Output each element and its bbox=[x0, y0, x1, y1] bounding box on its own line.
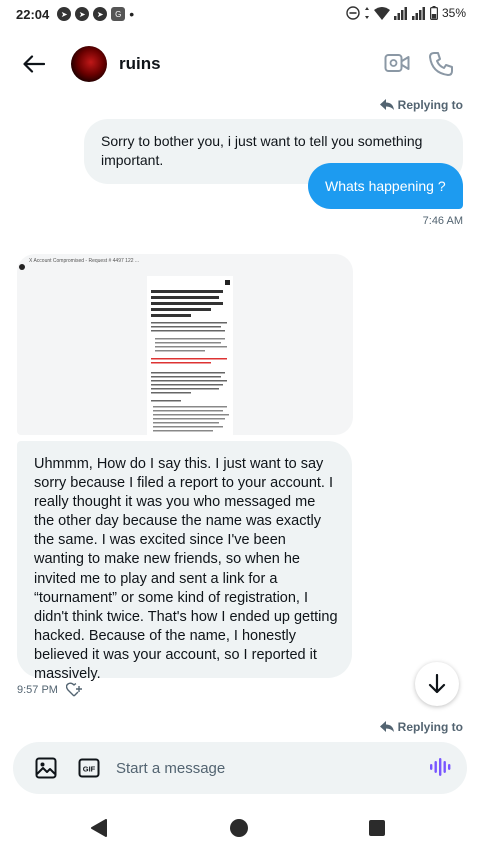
battery-icon bbox=[429, 6, 438, 20]
telegram-icon: ➤ bbox=[93, 7, 108, 21]
nav-home-icon[interactable] bbox=[230, 819, 248, 837]
telegram-icon: ➤ bbox=[75, 7, 90, 21]
reply-arrow-icon bbox=[379, 721, 394, 732]
attachment-sidebar bbox=[19, 264, 25, 270]
image-icon bbox=[35, 757, 57, 779]
voice-message-button[interactable] bbox=[429, 757, 451, 779]
message-timestamp: 7:46 AM bbox=[422, 215, 463, 227]
system-navigation-bar bbox=[0, 812, 480, 844]
status-bar: 22:04 ➤ ➤ ➤ G • 35% bbox=[0, 0, 480, 28]
scroll-to-bottom-button[interactable] bbox=[415, 662, 459, 706]
video-call-button[interactable] bbox=[384, 52, 410, 76]
message-input[interactable] bbox=[116, 752, 416, 784]
arrow-down-icon bbox=[428, 674, 446, 694]
contact-name[interactable]: ruins bbox=[119, 54, 161, 74]
message-text: Uhmmm, How do I say this. I just want to… bbox=[34, 456, 338, 683]
message-meta: 9:57 PM bbox=[17, 682, 83, 697]
replying-label: Replying to bbox=[397, 720, 463, 734]
more-notifications-dot: • bbox=[129, 6, 135, 22]
add-photo-button[interactable] bbox=[35, 757, 59, 779]
message-bubble[interactable]: Uhmmm, How do I say this. I just want to… bbox=[17, 441, 352, 682]
voice-call-button[interactable] bbox=[428, 51, 454, 77]
video-camera-icon bbox=[384, 54, 410, 72]
message-composer: GIF bbox=[13, 742, 467, 794]
message-bubble[interactable]: Whats happening ? bbox=[308, 163, 463, 209]
avatar[interactable] bbox=[71, 46, 107, 82]
add-gif-button[interactable]: GIF bbox=[78, 758, 100, 778]
status-time: 22:04 bbox=[16, 6, 50, 22]
dnd-icon bbox=[346, 6, 360, 20]
gif-icon: GIF bbox=[78, 758, 100, 778]
attachment-browser-bar: X Account Compromised - Request # 4497 1… bbox=[29, 258, 349, 266]
data-arrows-icon bbox=[364, 7, 369, 19]
conversation-header: ruins bbox=[0, 38, 480, 90]
nav-back-icon[interactable] bbox=[90, 819, 108, 837]
arrow-left-icon bbox=[23, 55, 45, 73]
replying-label: Replying to bbox=[397, 98, 463, 112]
nav-recents-icon[interactable] bbox=[369, 820, 385, 836]
message-text: Whats happening ? bbox=[325, 178, 446, 194]
phone-icon bbox=[429, 52, 453, 76]
attachment-document-panel bbox=[147, 276, 233, 435]
replying-indicator: Replying to bbox=[379, 720, 463, 734]
add-reaction-icon[interactable] bbox=[65, 682, 83, 697]
replying-indicator: Replying to bbox=[379, 98, 463, 112]
image-attachment[interactable]: X Account Compromised - Request # 4497 1… bbox=[17, 254, 353, 435]
signal-icon bbox=[393, 6, 407, 20]
attachment-document-preview bbox=[151, 280, 230, 432]
telegram-icon: ➤ bbox=[57, 7, 72, 21]
attachment-browser-title: X Account Compromised - Request # 4497 1… bbox=[29, 258, 140, 264]
app-notification-icon: G bbox=[111, 7, 126, 21]
battery-percent: 35% bbox=[441, 6, 466, 20]
message-timestamp: 9:57 PM bbox=[17, 683, 58, 696]
notification-icons: ➤ ➤ ➤ G • bbox=[57, 6, 134, 22]
wifi-icon bbox=[373, 6, 390, 20]
reply-arrow-icon bbox=[379, 99, 394, 110]
status-indicators: 35% bbox=[346, 6, 466, 20]
voice-wave-icon bbox=[430, 758, 451, 776]
signal-icon bbox=[411, 6, 425, 20]
back-button[interactable] bbox=[20, 50, 48, 78]
svg-text:GIF: GIF bbox=[83, 765, 96, 774]
